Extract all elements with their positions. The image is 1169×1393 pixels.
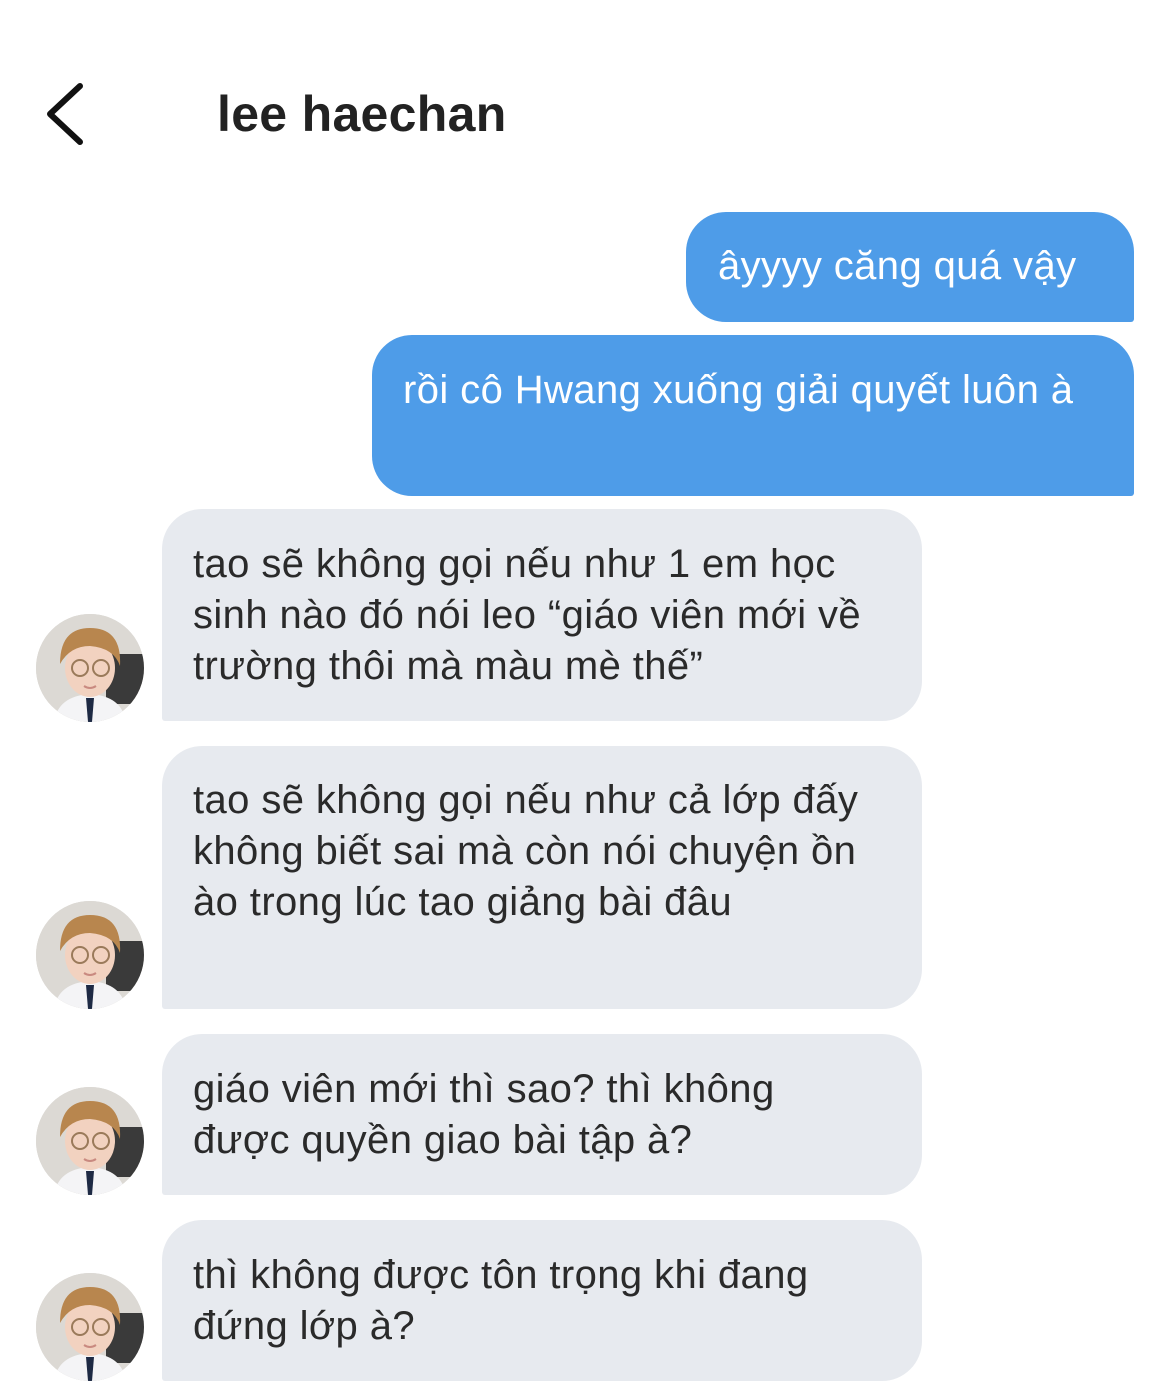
avatar[interactable] [36,1087,144,1195]
contact-name[interactable]: lee haechan [217,84,507,144]
outgoing-message[interactable]: âyyyy căng quá vậy [686,212,1134,322]
back-button[interactable] [40,78,100,150]
avatar[interactable] [36,901,144,1009]
avatar-image [36,901,144,1009]
avatar-image [36,1273,144,1381]
avatar-image [36,614,144,722]
incoming-message[interactable]: thì không được tôn trọng khi đang đứng l… [162,1220,922,1381]
chevron-left-icon [47,83,83,145]
avatar[interactable] [36,1273,144,1381]
chat-header: lee haechan [0,0,1169,190]
avatar-image [36,1087,144,1195]
incoming-message[interactable]: tao sẽ không gọi nếu như cả lớp đấy khôn… [162,746,922,1009]
incoming-message[interactable]: giáo viên mới thì sao? thì không được qu… [162,1034,922,1195]
avatar[interactable] [36,614,144,722]
incoming-message[interactable]: tao sẽ không gọi nếu như 1 em học sinh n… [162,509,922,721]
outgoing-message[interactable]: rồi cô Hwang xuống giải quyết luôn à [372,335,1134,496]
